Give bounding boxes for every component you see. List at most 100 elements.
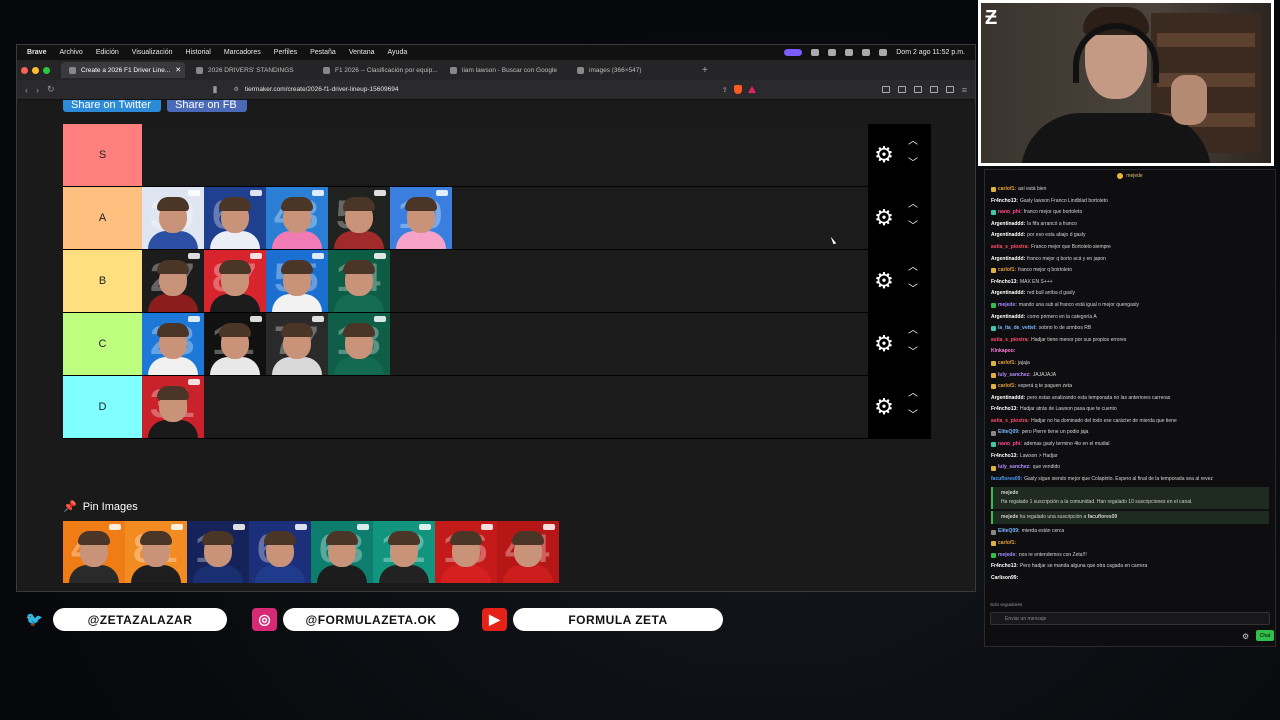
tier-items[interactable]: 30643510 [142, 187, 868, 249]
menubar-clock[interactable]: Dom 2 ago 11:52 p.m. [896, 49, 965, 56]
share-fb-button[interactable]: Share on FB [167, 100, 247, 112]
chat-username[interactable]: la_tia_de_vettel: [998, 323, 1037, 335]
browser-tab[interactable]: Create a 2026 F1 Driver Line... ✕ [61, 62, 185, 78]
share-page-icon[interactable]: ⇪ [722, 86, 728, 94]
chat-username[interactable]: EliteQ09: [998, 427, 1020, 439]
chat-username[interactable]: astia_s_piostra: [991, 242, 1029, 254]
chat-username[interactable]: Fr4ncho13: [991, 277, 1018, 289]
driver-tile[interactable]: 11 [204, 313, 266, 375]
chat-username[interactable]: Fr4ncho13: [991, 196, 1018, 208]
gear-icon[interactable]: ⚙ [873, 333, 895, 355]
chat-username[interactable]: Fr4ncho13: [991, 451, 1018, 463]
driver-tile[interactable]: 18 [328, 313, 390, 375]
driver-tile[interactable]: 4 [63, 521, 125, 583]
driver-tile[interactable]: 1 [187, 521, 249, 583]
chat-username[interactable]: Carlison99: [991, 573, 1018, 585]
chevron-down-icon[interactable]: ﹀ [906, 222, 920, 232]
driver-tile[interactable]: 10 [390, 187, 452, 249]
chat-username[interactable]: carlof1: [998, 358, 1016, 370]
driver-tile[interactable]: 16 [435, 521, 497, 583]
menubar-item[interactable]: Visualización [132, 49, 173, 56]
chevron-up-icon[interactable]: ︿ [906, 326, 920, 336]
gear-icon[interactable]: ⚙ [873, 144, 895, 166]
back-icon[interactable]: ‹ [25, 85, 28, 95]
share-twitter-button[interactable]: Share on Twitter [63, 100, 161, 112]
menubar-item[interactable]: Archivo [59, 49, 82, 56]
tier-items[interactable]: 27875514 [142, 250, 868, 312]
search-icon[interactable] [862, 49, 871, 56]
menu-icon[interactable]: ≡ [962, 85, 967, 95]
driver-tile[interactable]: 31 [142, 376, 204, 438]
gear-icon[interactable]: ⚙ [873, 270, 895, 292]
minimize-window-button[interactable] [32, 66, 39, 74]
chevron-up-icon[interactable]: ︿ [906, 389, 920, 399]
chat-username[interactable]: Fr4ncho13: [991, 404, 1018, 416]
chat-settings-icon[interactable]: ⚙ [1242, 632, 1249, 641]
tier-label[interactable]: A [63, 187, 142, 249]
browser-tab[interactable]: liam lawson - Buscar con Google [442, 62, 566, 78]
tier-items[interactable]: 23117718 [142, 313, 868, 375]
menubar-item[interactable]: Brave [27, 49, 46, 56]
chat-username[interactable]: astia_s_piostra: [991, 416, 1029, 428]
driver-tile[interactable]: 81 [125, 521, 187, 583]
chat-username[interactable]: carlof1: [998, 265, 1016, 277]
driver-tile[interactable]: 14 [328, 250, 390, 312]
url-field[interactable]: ⚙ tiermaker.com/create/2026-f1-driver-li… [226, 83, 764, 97]
driver-tile[interactable]: 5 [328, 187, 390, 249]
menubar-app-icon[interactable] [784, 49, 803, 56]
bookmark-icon[interactable]: ▮ [213, 84, 218, 95]
brave-shield-icon[interactable] [733, 85, 742, 94]
chat-username[interactable]: carlof1: [998, 538, 1016, 550]
chevron-down-icon[interactable]: ﹀ [906, 348, 920, 358]
chat-username[interactable]: Argentinaddd: [991, 393, 1025, 405]
chevron-down-icon[interactable]: ﹀ [906, 411, 920, 421]
zoom-window-button[interactable] [43, 66, 50, 74]
forward-icon[interactable]: › [36, 85, 39, 95]
sidebar-icon[interactable] [881, 86, 890, 93]
vpn-icon[interactable] [945, 86, 954, 93]
driver-tile[interactable]: 87 [204, 250, 266, 312]
tier-items[interactable] [142, 124, 868, 186]
gear-icon[interactable]: ⚙ [873, 207, 895, 229]
driver-tile[interactable]: 44 [497, 521, 559, 583]
chat-username[interactable]: Fr4ncho13: [991, 561, 1018, 573]
driver-tile[interactable]: 27 [142, 250, 204, 312]
brave-rewards-icon[interactable] [747, 86, 756, 93]
menubar-item[interactable]: Edición [96, 49, 119, 56]
menubar-item[interactable]: Historial [186, 49, 211, 56]
chat-username[interactable]: mejede: [998, 550, 1017, 562]
tier-items[interactable]: 31 [142, 376, 868, 438]
chat-username[interactable]: Argentinaddd: [991, 230, 1025, 242]
driver-tile[interactable]: 77 [266, 313, 328, 375]
gear-icon[interactable]: ⚙ [873, 396, 895, 418]
driver-tile[interactable]: 55 [266, 250, 328, 312]
site-info-icon[interactable]: ⚙ [234, 86, 239, 93]
extensions-icon[interactable] [929, 86, 938, 93]
driver-tile[interactable]: 23 [142, 313, 204, 375]
driver-tile[interactable]: 6 [249, 521, 311, 583]
chat-username[interactable]: Argentinaddd: [991, 219, 1025, 231]
chat-username[interactable]: Kinkapoo: [991, 346, 1015, 358]
control-center-icon[interactable] [879, 49, 888, 56]
menubar-item[interactable]: Marcadores [224, 49, 261, 56]
chat-username[interactable]: EliteQ09: [998, 526, 1020, 538]
chat-send-button[interactable]: Chat [1256, 630, 1274, 641]
chat-username[interactable]: Argentinaddd: [991, 254, 1025, 266]
menubar-icon[interactable] [828, 49, 837, 56]
menubar-item[interactable]: Pestaña [310, 49, 336, 56]
chevron-up-icon[interactable]: ︿ [906, 200, 920, 210]
tier-label[interactable]: S [63, 124, 142, 186]
chat-username[interactable]: nano_phi: [998, 439, 1022, 451]
browser-tab[interactable]: F1 2026 -- Clasificación por equip... [315, 62, 439, 78]
browser-tab[interactable]: 2026 DRIVERS' STANDINGS [188, 62, 312, 78]
driver-tile[interactable]: 43 [266, 187, 328, 249]
chat-username[interactable]: astia_s_piostra: [991, 335, 1029, 347]
driver-tile[interactable]: 6 [204, 187, 266, 249]
chevron-down-icon[interactable]: ﹀ [906, 285, 920, 295]
chevron-up-icon[interactable]: ︿ [906, 263, 920, 273]
chevron-down-icon[interactable]: ﹀ [906, 159, 920, 169]
driver-tile[interactable]: 12 [373, 521, 435, 583]
chat-username[interactable]: luly_sanchez: [998, 462, 1031, 474]
chat-username[interactable]: nano_phi: [998, 207, 1022, 219]
wifi-icon[interactable] [845, 49, 854, 56]
